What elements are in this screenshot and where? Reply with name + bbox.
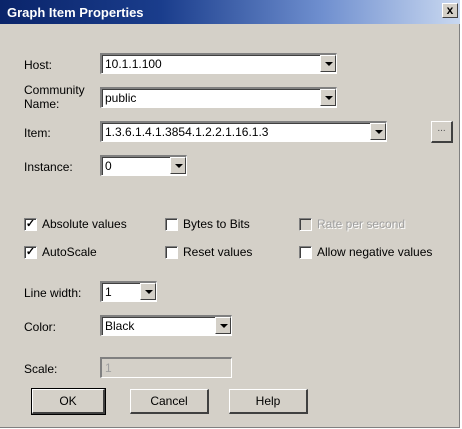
allow-negative-values-checkbox[interactable] [299,246,312,259]
color-value: Black [105,319,135,333]
graph-item-properties-dialog: Graph Item Properties x Host: 10.1.1.100… [0,0,460,428]
item-combo[interactable]: 1.3.6.1.4.1.3854.1.2.2.1.16.1.3 [100,121,387,142]
allow-negative-values-label: Allow negative values [317,245,433,259]
item-value: 1.3.6.1.4.1.3854.1.2.2.1.16.1.3 [105,125,269,139]
line-width-combo[interactable]: 1 [100,281,157,302]
chevron-down-icon[interactable] [140,283,156,300]
chevron-down-icon[interactable] [215,317,231,334]
absolute-values-checkbox[interactable]: ✓ [24,218,37,231]
instance-label: Instance: [24,160,73,174]
chevron-down-icon[interactable] [320,55,336,72]
community-name-combo[interactable]: public [100,87,337,108]
host-combo[interactable]: 10.1.1.100 [100,53,337,74]
rate-per-second-label: Rate per second [317,217,406,231]
host-label: Host: [24,58,53,72]
title-bar[interactable]: Graph Item Properties x [0,0,460,24]
rate-per-second-checkbox [299,218,312,231]
scale-value: 1 [105,361,112,375]
chevron-down-icon[interactable] [170,157,186,174]
item-label: Item: [24,126,51,140]
help-button[interactable]: Help [229,389,308,414]
scale-label: Scale: [24,362,58,376]
ok-button[interactable]: OK [31,388,106,415]
reset-values-checkbox[interactable] [165,246,178,259]
color-combo[interactable]: Black [100,315,232,336]
reset-values-label: Reset values [183,245,253,259]
absolute-values-label: Absolute values [42,217,127,231]
chevron-down-icon[interactable] [370,123,386,140]
close-button[interactable]: x [442,3,458,18]
window-title: Graph Item Properties [7,5,144,20]
ellipsis-icon: ... [437,123,446,134]
community-label-line2: Name: [24,97,60,111]
scale-input: 1 [100,357,232,378]
close-icon: x [446,3,454,17]
autoscale-label: AutoScale [42,245,97,259]
color-label: Color: [24,320,57,334]
autoscale-checkbox[interactable]: ✓ [24,246,37,259]
instance-value: 0 [105,159,112,173]
community-value: public [105,91,137,105]
instance-combo[interactable]: 0 [100,155,187,176]
browse-button[interactable]: ... [431,121,453,143]
community-label-line1: Community [24,83,85,97]
bytes-to-bits-label: Bytes to Bits [183,217,250,231]
chevron-down-icon[interactable] [320,89,336,106]
cancel-button[interactable]: Cancel [130,389,209,414]
line-width-value: 1 [105,285,112,299]
line-width-label: Line width: [24,286,82,300]
bytes-to-bits-checkbox[interactable] [165,218,178,231]
host-value: 10.1.1.100 [105,57,162,71]
